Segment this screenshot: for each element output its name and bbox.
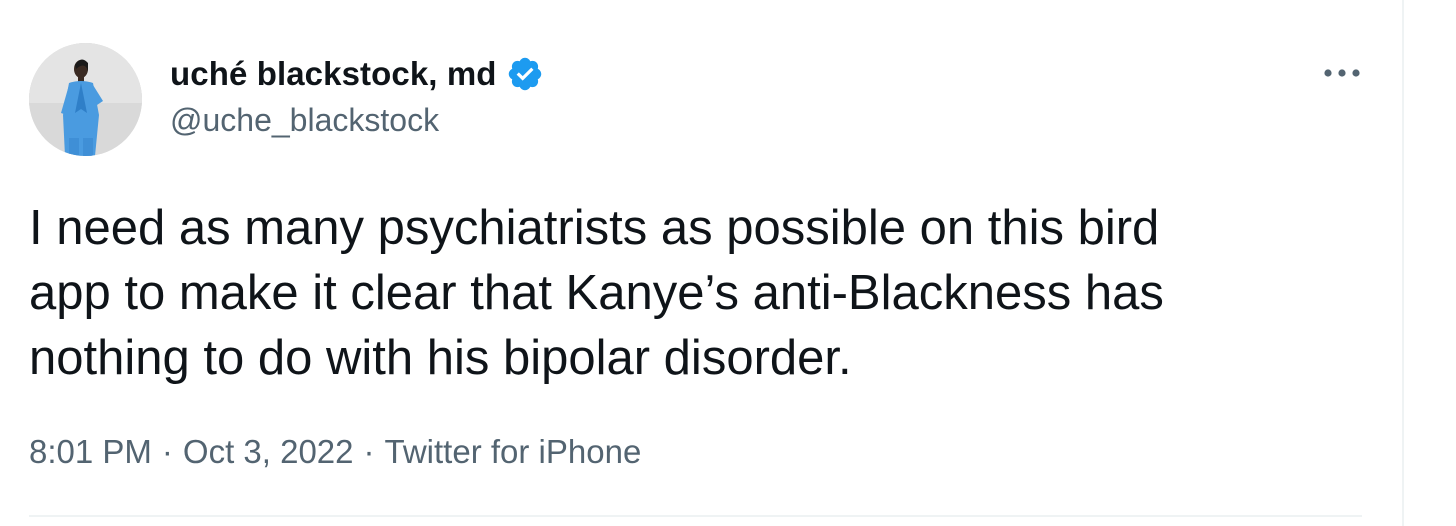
timeline-border <box>1402 0 1404 526</box>
avatar[interactable] <box>29 43 142 156</box>
divider <box>29 515 1362 517</box>
tweet-time: 8:01 PM <box>29 433 152 470</box>
tweet-date: Oct 3, 2022 <box>182 433 354 470</box>
author-handle[interactable]: @uche_blackstock <box>170 102 439 139</box>
display-name[interactable]: uché blackstock, md <box>170 55 497 93</box>
separator: · <box>363 433 375 470</box>
separator: · <box>161 433 173 470</box>
tweet-timestamp-link[interactable]: 8:01 PM · Oct 3, 2022 <box>29 433 354 471</box>
tweet-source-link[interactable]: Twitter for iPhone <box>385 433 642 471</box>
author-name-row[interactable]: uché blackstock, md <box>170 52 544 96</box>
more-options-icon <box>1324 69 1360 77</box>
tweet-metadata: 8:01 PM · Oct 3, 2022 · Twitter for iPhone <box>29 433 641 471</box>
profile-photo-icon <box>29 43 142 156</box>
verified-badge-icon <box>506 55 544 93</box>
tweet-text: I need as many psychiatrists as possible… <box>29 201 1164 385</box>
more-options-button[interactable] <box>1320 58 1364 88</box>
tweet-card: uché blackstock, md @uche_blackstock I n… <box>0 0 1402 526</box>
